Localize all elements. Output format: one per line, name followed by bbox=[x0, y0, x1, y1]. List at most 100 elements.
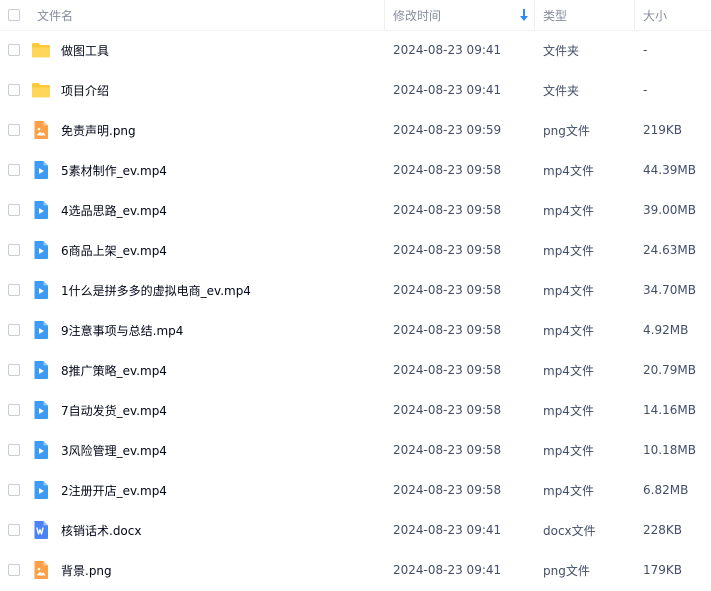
column-header-type[interactable]: 类型 bbox=[543, 0, 567, 31]
video-file-icon bbox=[31, 440, 51, 460]
image-file-icon bbox=[31, 560, 51, 580]
file-name[interactable]: 2注册开店_ev.mp4 bbox=[61, 470, 167, 510]
column-divider[interactable] bbox=[534, 0, 535, 31]
video-file-icon bbox=[31, 400, 51, 420]
column-header-time-label: 修改时间 bbox=[393, 9, 442, 23]
file-modified-time: 2024-08-23 09:41 bbox=[393, 83, 502, 97]
file-type: mp4文件 bbox=[543, 443, 594, 458]
file-size: 14.16MB bbox=[643, 403, 696, 417]
row-checkbox[interactable] bbox=[8, 164, 20, 176]
file-type: mp4文件 bbox=[543, 483, 594, 498]
file-size: 228KB bbox=[643, 523, 683, 537]
row-checkbox[interactable] bbox=[8, 484, 20, 496]
file-row[interactable]: 免责声明.png 2024-08-23 09:59 png文件 219KB bbox=[0, 110, 711, 150]
file-type: mp4文件 bbox=[543, 363, 594, 378]
file-size: 10.18MB bbox=[643, 443, 696, 457]
column-header-time[interactable]: 修改时间 bbox=[393, 0, 441, 31]
file-size: 20.79MB bbox=[643, 363, 696, 377]
word-file-icon bbox=[31, 520, 51, 540]
file-name[interactable]: 1什么是拼多多的虚拟电商_ev.mp4 bbox=[61, 270, 251, 310]
file-name[interactable]: 4选品思路_ev.mp4 bbox=[61, 190, 167, 230]
file-type: docx文件 bbox=[543, 523, 596, 538]
file-size: - bbox=[643, 43, 648, 57]
video-file-icon bbox=[31, 360, 51, 380]
file-row[interactable]: 背景.png 2024-08-23 09:41 png文件 179KB bbox=[0, 550, 711, 590]
file-row[interactable]: 核销话术.docx 2024-08-23 09:41 docx文件 228KB bbox=[0, 510, 711, 550]
file-name[interactable]: 做图工具 bbox=[61, 30, 109, 70]
file-row[interactable]: 1什么是拼多多的虚拟电商_ev.mp4 2024-08-23 09:58 mp4… bbox=[0, 270, 711, 310]
file-type: mp4文件 bbox=[543, 403, 594, 418]
file-modified-time: 2024-08-23 09:58 bbox=[393, 323, 502, 337]
file-type: mp4文件 bbox=[543, 323, 594, 338]
file-type: mp4文件 bbox=[543, 283, 594, 298]
row-checkbox[interactable] bbox=[8, 444, 20, 456]
file-row[interactable]: 3风险管理_ev.mp4 2024-08-23 09:58 mp4文件 10.1… bbox=[0, 430, 711, 470]
file-name[interactable]: 免责声明.png bbox=[61, 110, 136, 150]
column-header-name-label: 文件名 bbox=[37, 9, 74, 23]
file-modified-time: 2024-08-23 09:58 bbox=[393, 163, 502, 177]
file-type: 文件夹 bbox=[543, 43, 580, 58]
file-type: 文件夹 bbox=[543, 83, 580, 98]
file-name[interactable]: 3风险管理_ev.mp4 bbox=[61, 430, 167, 470]
file-name[interactable]: 背景.png bbox=[61, 550, 112, 590]
row-checkbox[interactable] bbox=[8, 44, 20, 56]
file-name[interactable]: 9注意事项与总结.mp4 bbox=[61, 310, 183, 350]
folder-icon bbox=[31, 80, 51, 100]
file-row[interactable]: 做图工具 2024-08-23 09:41 文件夹 - bbox=[0, 30, 711, 70]
column-header-size[interactable]: 大小 bbox=[643, 0, 667, 31]
file-size: 34.70MB bbox=[643, 283, 696, 297]
file-row[interactable]: 2注册开店_ev.mp4 2024-08-23 09:58 mp4文件 6.82… bbox=[0, 470, 711, 510]
row-checkbox[interactable] bbox=[8, 524, 20, 536]
folder-icon bbox=[31, 40, 51, 60]
sort-descending-icon[interactable] bbox=[519, 8, 529, 22]
row-checkbox[interactable] bbox=[8, 324, 20, 336]
file-name[interactable]: 5素材制作_ev.mp4 bbox=[61, 150, 167, 190]
row-checkbox[interactable] bbox=[8, 124, 20, 136]
file-size: 39.00MB bbox=[643, 203, 696, 217]
row-checkbox[interactable] bbox=[8, 204, 20, 216]
file-modified-time: 2024-08-23 09:58 bbox=[393, 483, 502, 497]
column-header-size-label: 大小 bbox=[643, 9, 668, 23]
row-checkbox[interactable] bbox=[8, 84, 20, 96]
column-divider[interactable] bbox=[384, 0, 385, 31]
file-size: 44.39MB bbox=[643, 163, 696, 177]
file-name[interactable]: 6商品上架_ev.mp4 bbox=[61, 230, 167, 270]
file-list-view: 文件名 修改时间 类型 大小 做图工具 2024-08-23 09:41 文件夹… bbox=[0, 0, 711, 591]
file-row[interactable]: 9注意事项与总结.mp4 2024-08-23 09:58 mp4文件 4.92… bbox=[0, 310, 711, 350]
file-row[interactable]: 4选品思路_ev.mp4 2024-08-23 09:58 mp4文件 39.0… bbox=[0, 190, 711, 230]
video-file-icon bbox=[31, 280, 51, 300]
file-name[interactable]: 7自动发货_ev.mp4 bbox=[61, 390, 167, 430]
file-type: png文件 bbox=[543, 563, 590, 578]
video-file-icon bbox=[31, 160, 51, 180]
file-size: - bbox=[643, 83, 648, 97]
select-all-checkbox[interactable] bbox=[8, 9, 20, 21]
file-name[interactable]: 核销话术.docx bbox=[61, 510, 141, 550]
video-file-icon bbox=[31, 320, 51, 340]
column-header-type-label: 类型 bbox=[543, 9, 568, 23]
file-modified-time: 2024-08-23 09:59 bbox=[393, 123, 502, 137]
file-modified-time: 2024-08-23 09:41 bbox=[393, 523, 502, 537]
file-row[interactable]: 项目介绍 2024-08-23 09:41 文件夹 - bbox=[0, 70, 711, 110]
file-row[interactable]: 7自动发货_ev.mp4 2024-08-23 09:58 mp4文件 14.1… bbox=[0, 390, 711, 430]
file-type: mp4文件 bbox=[543, 243, 594, 258]
row-checkbox[interactable] bbox=[8, 404, 20, 416]
file-size: 179KB bbox=[643, 563, 683, 577]
file-size: 6.82MB bbox=[643, 483, 689, 497]
file-modified-time: 2024-08-23 09:41 bbox=[393, 43, 502, 57]
row-checkbox[interactable] bbox=[8, 284, 20, 296]
file-size: 219KB bbox=[643, 123, 683, 137]
file-name[interactable]: 项目介绍 bbox=[61, 70, 109, 110]
video-file-icon bbox=[31, 200, 51, 220]
file-size: 24.63MB bbox=[643, 243, 696, 257]
row-checkbox[interactable] bbox=[8, 244, 20, 256]
video-file-icon bbox=[31, 480, 51, 500]
file-row[interactable]: 5素材制作_ev.mp4 2024-08-23 09:58 mp4文件 44.3… bbox=[0, 150, 711, 190]
file-row[interactable]: 8推广策略_ev.mp4 2024-08-23 09:58 mp4文件 20.7… bbox=[0, 350, 711, 390]
row-checkbox[interactable] bbox=[8, 364, 20, 376]
column-divider[interactable] bbox=[634, 0, 635, 31]
row-checkbox[interactable] bbox=[8, 564, 20, 576]
column-header-name[interactable]: 文件名 bbox=[37, 0, 73, 31]
file-name[interactable]: 8推广策略_ev.mp4 bbox=[61, 350, 167, 390]
file-row[interactable]: 6商品上架_ev.mp4 2024-08-23 09:58 mp4文件 24.6… bbox=[0, 230, 711, 270]
file-modified-time: 2024-08-23 09:58 bbox=[393, 403, 502, 417]
